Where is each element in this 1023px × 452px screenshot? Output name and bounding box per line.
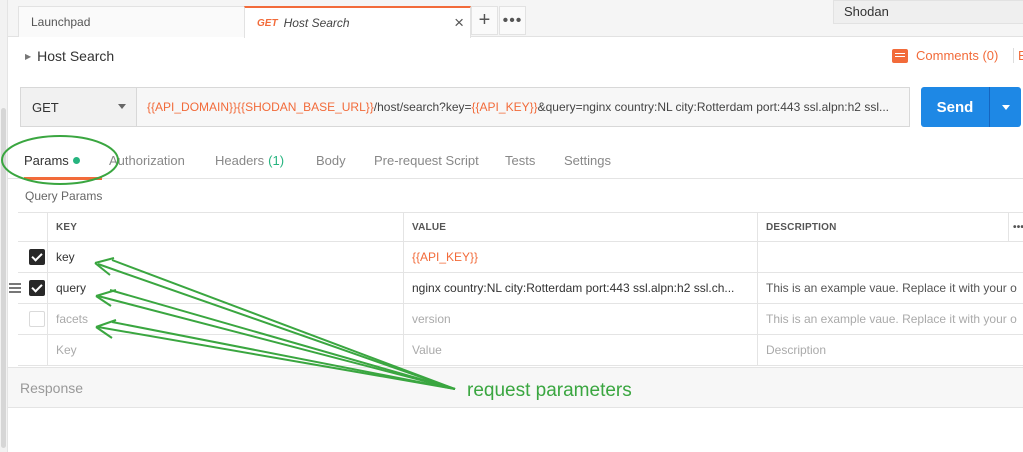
table-row: facets version This is an example vaue. …	[18, 304, 1023, 335]
table-row: query nginx country:NL city:Rotterdam po…	[9, 273, 1023, 304]
chevron-down-icon	[1001, 104, 1010, 110]
param-value-cell[interactable]: {{API_KEY}}	[403, 242, 757, 272]
send-button[interactable]: Send	[921, 87, 1021, 127]
param-key-cell[interactable]: query	[47, 273, 403, 303]
comment-icon	[892, 48, 908, 63]
url-variable: {{SHODAN_BASE_URL}}	[237, 100, 374, 114]
comments-label: Comments (0)	[916, 48, 999, 63]
new-description-input[interactable]: Description	[757, 335, 1023, 365]
tab-settings[interactable]: Settings	[564, 153, 611, 168]
column-header-description: DESCRIPTION	[757, 213, 1023, 241]
tab-tests-label: Tests	[505, 153, 536, 168]
url-bar: GET {{API_DOMAIN}} {{SHODAN_BASE_URL}}/ho…	[20, 87, 910, 127]
tab-pre-request-label: Pre-request Script	[374, 153, 479, 168]
active-tab-underline	[24, 177, 102, 180]
param-value-cell[interactable]: version	[403, 304, 757, 334]
annotation-label: request parameters	[467, 380, 632, 401]
param-value-cell[interactable]: nginx country:NL city:Rotterdam port:443…	[403, 273, 757, 303]
tab-pre-request-script[interactable]: Pre-request Script	[374, 153, 479, 168]
new-key-input[interactable]: Key	[47, 335, 403, 365]
active-dot-icon	[72, 157, 80, 164]
send-label: Send	[936, 98, 974, 116]
url-variable: {{API_DOMAIN}}	[147, 100, 238, 114]
tab-tests[interactable]: Tests	[505, 153, 535, 168]
method-select[interactable]: GET	[21, 88, 137, 126]
query-params-title: Query Params	[25, 189, 103, 203]
scrollbar-thumb[interactable]	[1, 108, 6, 448]
tab-params-label: Params	[24, 153, 69, 168]
tab-authorization[interactable]: Authorization	[109, 153, 185, 168]
param-description-cell[interactable]: This is an example vaue. Replace it with…	[757, 304, 1023, 334]
url-input[interactable]: {{API_DOMAIN}} {{SHODAN_BASE_URL}}/host/s…	[137, 88, 909, 126]
request-title: Host Search	[37, 48, 115, 64]
response-label: Response	[20, 380, 84, 396]
param-description-cell[interactable]: This is an example vaue. Replace it with…	[757, 273, 1023, 303]
more-tabs-button[interactable]: •••	[499, 6, 526, 35]
new-value-input[interactable]: Value	[403, 335, 757, 365]
caret-right-icon[interactable]: ▶	[25, 52, 31, 61]
url-text: /host/search?key=	[373, 100, 472, 114]
param-checkbox[interactable]	[29, 249, 45, 265]
tab-settings-label: Settings	[564, 153, 611, 168]
tab-host-search[interactable]: GET Host Search ×	[244, 6, 471, 38]
drag-handle-icon[interactable]	[9, 283, 21, 293]
table-header-row: KEY VALUE DESCRIPTION •••	[18, 212, 1023, 242]
examples-button[interactable]: E	[1013, 48, 1023, 63]
send-options-button[interactable]	[989, 87, 1021, 127]
tab-method-badge: GET	[257, 17, 278, 29]
params-table: KEY VALUE DESCRIPTION ••• key {{API_KEY}…	[9, 212, 1023, 366]
tab-body-label: Body	[316, 153, 346, 168]
close-icon[interactable]: ×	[454, 13, 464, 33]
param-checkbox[interactable]	[29, 311, 45, 327]
environment-select[interactable]: Shodan	[833, 0, 1023, 24]
request-tabs: Params Authorization Headers (1) Body Pre…	[8, 140, 1023, 180]
comments-button[interactable]: Comments (0)	[892, 48, 998, 63]
new-tab-button[interactable]: +	[471, 6, 498, 35]
column-options-button[interactable]: •••	[1008, 213, 1023, 241]
tab-headers[interactable]: Headers (1)	[215, 153, 284, 168]
tab-headers-label: Headers	[215, 153, 265, 168]
param-key-cell[interactable]: key	[47, 242, 403, 272]
new-param-row: Key Value Description	[18, 335, 1023, 366]
tab-label: Launchpad	[31, 15, 91, 29]
tab-authorization-label: Authorization	[109, 153, 185, 168]
param-description-cell[interactable]	[757, 242, 1023, 272]
method-value: GET	[32, 99, 59, 115]
request-name[interactable]: ▶ Host Search	[25, 48, 114, 64]
chevron-down-icon	[118, 104, 126, 109]
param-checkbox[interactable]	[29, 280, 45, 296]
url-variable: {{API_KEY}}	[471, 100, 538, 114]
headers-count: (1)	[268, 153, 285, 168]
tab-body[interactable]: Body	[316, 153, 346, 168]
tab-launchpad[interactable]: Launchpad	[18, 6, 246, 37]
column-header-key: KEY	[47, 213, 403, 241]
tab-bar: Launchpad GET Host Search × + ••• Shodan	[8, 0, 1023, 38]
url-text: &query=nginx country:NL city:Rotterdam p…	[537, 100, 889, 114]
column-header-value: VALUE	[403, 213, 757, 241]
tab-params[interactable]: Params	[24, 153, 80, 168]
tab-label: Host Search	[283, 16, 350, 30]
table-row: key {{API_KEY}}	[18, 242, 1023, 273]
param-key-cell[interactable]: facets	[47, 304, 403, 334]
left-scrollbar[interactable]	[0, 0, 8, 452]
